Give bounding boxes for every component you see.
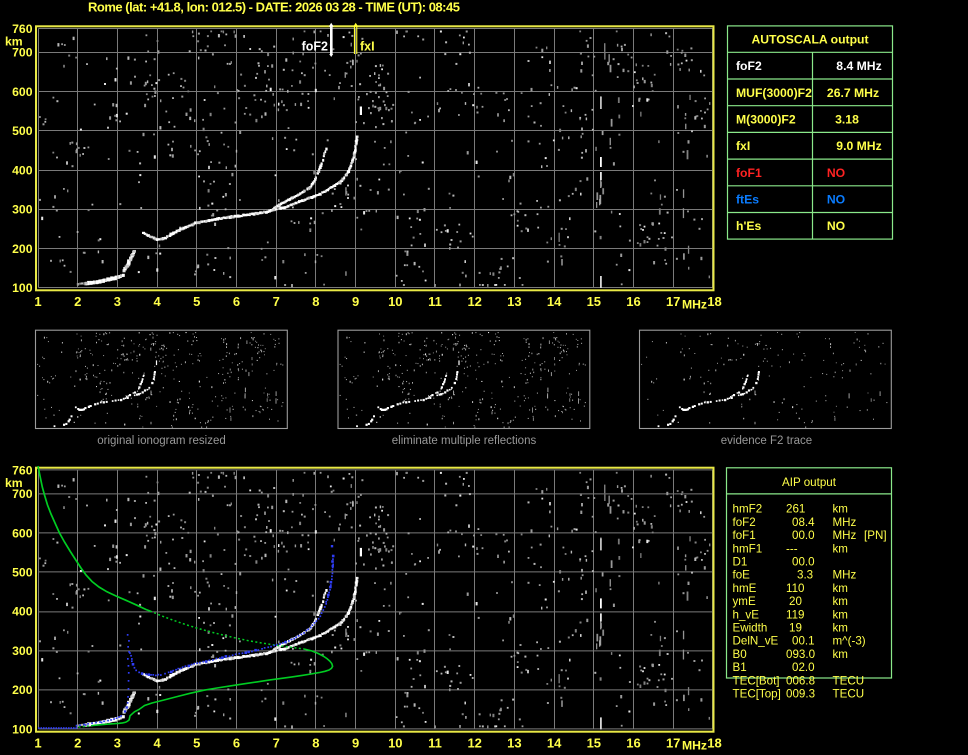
svg-text:foF2: foF2 [736, 59, 762, 73]
svg-text:NO: NO [827, 193, 845, 207]
svg-text:Rome (lat: +41.8, lon: 012.5): Rome (lat: +41.8, lon: 012.5) - DATE: 20… [88, 0, 460, 14]
svg-text:m^(-3): m^(-3) [833, 635, 866, 648]
svg-text:km: km [833, 582, 848, 595]
svg-text:TECU: TECU [833, 674, 865, 687]
svg-text:Ewidth: Ewidth [733, 622, 768, 635]
svg-text:TECU: TECU [833, 688, 865, 701]
svg-text:foF1: foF1 [733, 529, 756, 542]
svg-text:D1: D1 [733, 556, 748, 569]
svg-text:9.0 MHz: 9.0 MHz [836, 139, 881, 153]
svg-text:DelN_vE: DelN_vE [733, 635, 779, 648]
svg-text:00.0: 00.0 [792, 556, 815, 569]
svg-text:---: --- [786, 542, 798, 555]
svg-text:MUF(3000)F2: MUF(3000)F2 [736, 86, 812, 100]
svg-text:[PN]: [PN] [864, 529, 887, 542]
svg-text:h_vE: h_vE [733, 608, 760, 621]
svg-text:foF2: foF2 [733, 516, 756, 529]
svg-text:h'Es: h'Es [736, 219, 761, 233]
svg-text:hmF2: hmF2 [733, 503, 763, 516]
svg-text:TEC[Top]: TEC[Top] [733, 688, 781, 701]
svg-text:TEC[Bot]: TEC[Bot] [733, 674, 780, 687]
svg-text:MHz: MHz [833, 516, 857, 529]
svg-text:AIP output: AIP output [782, 476, 837, 489]
svg-text:02.0: 02.0 [792, 661, 815, 674]
svg-text:evidence F2 trace: evidence F2 trace [721, 435, 812, 447]
svg-text:119: 119 [786, 608, 804, 621]
svg-text:km: km [833, 542, 848, 555]
svg-text:261: 261 [786, 503, 805, 516]
svg-text:NO: NO [827, 166, 845, 180]
svg-text:006.8: 006.8 [786, 674, 815, 687]
svg-text:original ionogram resized: original ionogram resized [97, 435, 225, 447]
svg-text:foE: foE [733, 569, 751, 582]
svg-text:km: km [833, 622, 848, 635]
svg-text:009.3: 009.3 [786, 688, 815, 701]
svg-text:20: 20 [789, 595, 802, 608]
svg-text:ymE: ymE [733, 595, 756, 608]
svg-text:093.0: 093.0 [786, 648, 815, 661]
svg-text:km: km [833, 648, 848, 661]
svg-text:foF2: foF2 [302, 39, 328, 53]
svg-text:eliminate multiple reflections: eliminate multiple reflections [392, 435, 537, 447]
svg-text:km: km [833, 503, 848, 516]
svg-text:3.3: 3.3 [797, 569, 813, 582]
svg-text:hmE: hmE [733, 582, 757, 595]
svg-text:B0: B0 [733, 648, 747, 661]
svg-text:km: km [833, 608, 848, 621]
svg-text:00.0: 00.0 [792, 529, 815, 542]
svg-text:B1: B1 [733, 661, 747, 674]
svg-text:110: 110 [786, 582, 804, 595]
svg-text:km: km [833, 595, 848, 608]
svg-text:08.4: 08.4 [792, 516, 815, 529]
svg-text:M(3000)F2: M(3000)F2 [736, 113, 796, 127]
svg-text:19: 19 [789, 622, 802, 635]
svg-text:fxI: fxI [360, 39, 375, 53]
svg-text:foF1: foF1 [736, 166, 762, 180]
svg-text:3.18: 3.18 [835, 113, 859, 127]
svg-text:AUTOSCALA output: AUTOSCALA output [751, 32, 868, 46]
svg-text:fxI: fxI [736, 139, 750, 153]
svg-text:NO: NO [827, 219, 845, 233]
svg-text:26.7 MHz: 26.7 MHz [827, 86, 879, 100]
svg-text:00.1: 00.1 [792, 635, 815, 648]
svg-text:8.4 MHz: 8.4 MHz [836, 59, 881, 73]
svg-text:MHz: MHz [833, 569, 857, 582]
svg-text:MHz: MHz [833, 529, 857, 542]
svg-text:hmF1: hmF1 [733, 542, 763, 555]
svg-text:ftEs: ftEs [736, 193, 759, 207]
